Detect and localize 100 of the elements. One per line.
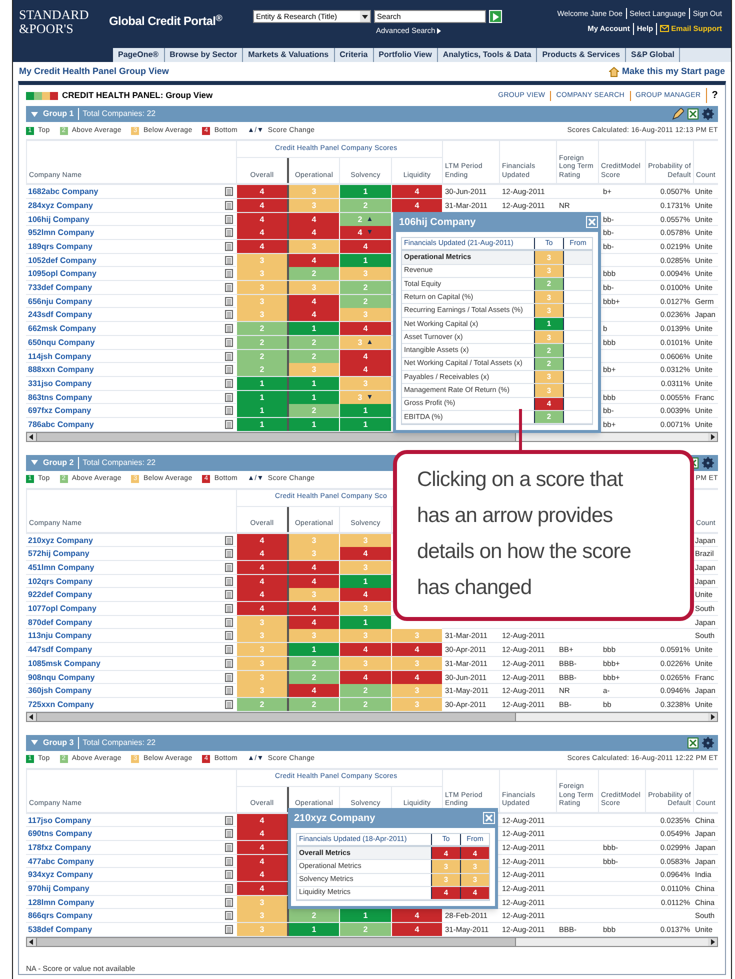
document-icon[interactable] xyxy=(225,187,233,196)
document-icon[interactable] xyxy=(225,406,233,416)
document-icon[interactable] xyxy=(225,898,233,907)
company-link[interactable]: 284xyz Company xyxy=(28,198,93,212)
score-cell[interactable]: 4 xyxy=(339,643,391,656)
document-icon[interactable] xyxy=(225,645,233,654)
company-link[interactable]: 106hij Company xyxy=(28,212,90,226)
company-link[interactable]: 888xxn Company xyxy=(28,363,94,376)
collapse-icon[interactable] xyxy=(31,740,38,746)
company-link[interactable]: 113nju Company xyxy=(28,629,92,642)
score-cell[interactable]: 1 xyxy=(236,418,287,431)
score-cell[interactable]: 4 xyxy=(339,547,391,560)
score-cell[interactable]: 1 xyxy=(287,322,339,336)
score-cell[interactable]: 4 xyxy=(236,226,287,240)
document-icon[interactable] xyxy=(225,856,233,866)
nav-tab[interactable]: PageOne® xyxy=(113,48,165,62)
score-cell[interactable]: 4 xyxy=(236,561,287,574)
score-cell[interactable]: 4 xyxy=(339,670,391,684)
score-cell[interactable]: 1 xyxy=(236,376,287,390)
scroll-right-icon[interactable] xyxy=(708,432,717,441)
score-cell[interactable]: 4 xyxy=(339,588,391,602)
company-link[interactable]: 922def Company xyxy=(28,588,92,602)
document-icon[interactable] xyxy=(225,829,233,838)
document-icon[interactable] xyxy=(225,604,233,614)
company-link[interactable]: 786abc Company xyxy=(28,418,94,431)
company-link[interactable]: 656nju Company xyxy=(28,294,92,308)
score-cell[interactable]: 4 xyxy=(236,882,287,895)
company-link[interactable]: 210xyz Company xyxy=(28,534,93,547)
score-cell[interactable]: 1 xyxy=(287,643,339,656)
company-link[interactable]: 908nqu Company xyxy=(28,670,95,684)
document-icon[interactable] xyxy=(225,590,233,600)
score-cell[interactable]: 1 xyxy=(287,390,339,404)
horizontal-scrollbar[interactable] xyxy=(26,712,718,722)
close-button[interactable] xyxy=(483,812,495,824)
score-cell[interactable]: 4 xyxy=(287,226,339,240)
company-link[interactable]: 178fxz Company xyxy=(28,840,92,854)
pencil-icon[interactable] xyxy=(672,108,684,120)
nav-tab[interactable]: Browse by Sector xyxy=(164,48,244,62)
score-cell[interactable]: 4 xyxy=(236,574,287,588)
nav-tab[interactable]: Analytics, Tools & Data xyxy=(438,48,538,62)
scroll-left-icon[interactable] xyxy=(27,432,36,441)
company-link[interactable]: 189qrs Company xyxy=(28,240,92,253)
document-icon[interactable] xyxy=(225,549,233,558)
score-cell[interactable]: 4 xyxy=(287,212,339,226)
start-page-link[interactable]: Make this my Start page xyxy=(608,64,725,78)
document-icon[interactable] xyxy=(225,925,233,934)
score-cell[interactable]: 4 xyxy=(339,322,391,336)
score-cell[interactable]: 4 xyxy=(236,814,287,827)
company-link[interactable]: 863tns Company xyxy=(28,390,92,404)
score-cell[interactable]: 1 xyxy=(339,404,391,418)
document-icon[interactable] xyxy=(225,200,233,210)
document-icon[interactable] xyxy=(225,672,233,682)
score-cell[interactable]: 1 xyxy=(236,390,287,404)
spreadsheet-icon[interactable] xyxy=(687,736,699,749)
document-icon[interactable] xyxy=(225,378,233,388)
scroll-left-icon[interactable] xyxy=(27,712,36,721)
score-cell[interactable]: 1 xyxy=(339,418,391,431)
help-link[interactable]: ? xyxy=(706,88,718,104)
nav-tab[interactable]: Portfolio View xyxy=(374,48,438,62)
company-link[interactable]: 1682abc Company xyxy=(28,185,98,198)
score-cell[interactable]: 4 xyxy=(236,240,287,253)
company-link[interactable]: 866qrs Company xyxy=(28,909,92,922)
document-icon[interactable] xyxy=(225,283,233,292)
score-cell[interactable]: 4 xyxy=(287,574,339,588)
score-cell[interactable]: 4 xyxy=(236,534,287,547)
score-cell[interactable]: 4 xyxy=(287,294,339,308)
document-icon[interactable] xyxy=(225,563,233,572)
score-cell[interactable]: 4 xyxy=(391,185,442,198)
company-link[interactable]: 662msk Company xyxy=(28,322,96,336)
score-cell[interactable]: 4 xyxy=(391,909,442,922)
score-cell[interactable]: 4 xyxy=(236,547,287,560)
score-cell[interactable]: 4 xyxy=(287,308,339,322)
company-link[interactable]: 690tns Company xyxy=(28,827,92,840)
collapse-icon[interactable] xyxy=(31,112,38,117)
score-cell[interactable]: 4 xyxy=(236,840,287,854)
document-icon[interactable] xyxy=(225,269,233,278)
document-icon[interactable] xyxy=(225,842,233,852)
score-cell[interactable]: 4 xyxy=(287,602,339,616)
document-icon[interactable] xyxy=(225,884,233,893)
score-cell[interactable]: 4 xyxy=(391,198,442,212)
score-cell[interactable]: 4 xyxy=(391,670,442,684)
settings-icon[interactable] xyxy=(702,108,714,120)
company-link[interactable]: 360jsh Company xyxy=(28,684,92,698)
score-cell[interactable]: 1 xyxy=(339,185,391,198)
score-cell[interactable]: 4 xyxy=(236,185,287,198)
document-icon[interactable] xyxy=(225,816,233,825)
settings-icon[interactable] xyxy=(702,456,714,469)
score-cell[interactable]: 4 xyxy=(339,363,391,376)
document-icon[interactable] xyxy=(225,576,233,586)
horizontal-scrollbar[interactable] xyxy=(26,936,718,947)
company-link[interactable]: 952lmn Company xyxy=(28,226,94,240)
score-cell[interactable]: 4 xyxy=(287,561,339,574)
score-cell[interactable]: 4 xyxy=(339,350,391,362)
company-link[interactable]: 243sdf Company xyxy=(28,308,92,322)
document-icon[interactable] xyxy=(225,658,233,668)
close-button[interactable] xyxy=(586,216,598,228)
document-icon[interactable] xyxy=(225,700,233,709)
nav-tab[interactable]: Markets & Valuations xyxy=(243,48,335,62)
document-icon[interactable] xyxy=(225,536,233,545)
nav-tab[interactable]: S&P Global xyxy=(626,48,680,62)
